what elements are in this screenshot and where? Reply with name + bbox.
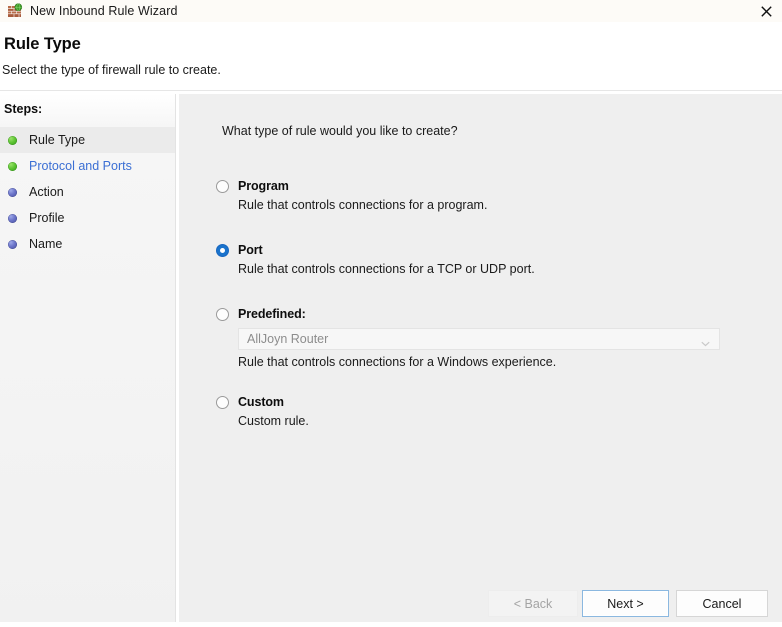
option-program-label: Program xyxy=(238,179,289,193)
sidebar-item-label: Action xyxy=(29,185,64,199)
radio-custom[interactable] xyxy=(216,396,229,409)
firewall-globe-icon xyxy=(7,3,23,19)
title-bar: New Inbound Rule Wizard xyxy=(0,0,782,22)
sidebar-item-label: Name xyxy=(29,237,63,251)
option-predefined[interactable]: Predefined: AllJoyn Router Rule that con… xyxy=(216,307,761,370)
step-bullet-icon xyxy=(8,161,17,171)
page-header: Rule Type Select the type of firewall ru… xyxy=(0,22,782,91)
step-bullet-icon xyxy=(8,213,17,223)
option-predefined-label: Predefined: xyxy=(238,307,306,321)
back-button[interactable]: < Back xyxy=(488,590,578,617)
predefined-rule-dropdown[interactable]: AllJoyn Router xyxy=(238,328,720,350)
option-port-label: Port xyxy=(238,243,263,257)
sidebar-item-name[interactable]: Name xyxy=(0,231,175,257)
steps-sidebar: Steps: Rule Type Protocol and Ports Acti… xyxy=(0,94,176,627)
sidebar-item-label: Rule Type xyxy=(29,133,86,147)
predefined-rule-value: AllJoyn Router xyxy=(247,332,329,346)
header-divider xyxy=(0,90,782,91)
step-bullet-icon xyxy=(8,187,17,197)
wizard-window: New Inbound Rule Wizard Rule Type Select… xyxy=(0,0,782,627)
option-program[interactable]: Program Rule that controls connections f… xyxy=(216,179,761,213)
steps-list: Rule Type Protocol and Ports Action Prof… xyxy=(0,127,175,257)
sidebar-item-protocol-and-ports[interactable]: Protocol and Ports xyxy=(0,153,175,179)
sidebar-item-profile[interactable]: Profile xyxy=(0,205,175,231)
sidebar-item-action[interactable]: Action xyxy=(0,179,175,205)
radio-predefined[interactable] xyxy=(216,308,229,321)
steps-heading: Steps: xyxy=(4,102,43,116)
rule-type-question: What type of rule would you like to crea… xyxy=(222,124,458,138)
option-port-description: Rule that controls connections for a TCP… xyxy=(238,262,535,276)
chevron-down-icon xyxy=(701,336,710,347)
sidebar-item-label[interactable]: Protocol and Ports xyxy=(29,159,132,173)
page-subtitle: Select the type of firewall rule to crea… xyxy=(2,63,221,77)
step-bullet-icon xyxy=(8,135,17,145)
cancel-button[interactable]: Cancel xyxy=(676,590,768,617)
wizard-button-bar: < Back Next > Cancel xyxy=(179,590,782,622)
radio-program[interactable] xyxy=(216,180,229,193)
option-predefined-description: Rule that controls connections for a Win… xyxy=(238,355,557,369)
option-custom[interactable]: Custom Custom rule. xyxy=(216,395,761,429)
sidebar-item-rule-type[interactable]: Rule Type xyxy=(0,127,175,153)
option-custom-label: Custom xyxy=(238,395,284,409)
step-bullet-icon xyxy=(8,239,17,249)
close-icon[interactable] xyxy=(750,0,782,22)
option-port[interactable]: Port Rule that controls connections for … xyxy=(216,243,761,277)
option-program-description: Rule that controls connections for a pro… xyxy=(238,198,488,212)
next-button[interactable]: Next > xyxy=(582,590,669,617)
page-title: Rule Type xyxy=(4,35,81,53)
rule-type-options: Program Rule that controls connections f… xyxy=(216,179,761,429)
option-custom-description: Custom rule. xyxy=(238,414,309,428)
content-panel: What type of rule would you like to crea… xyxy=(179,94,782,622)
sidebar-item-label: Profile xyxy=(29,211,65,225)
window-title: New Inbound Rule Wizard xyxy=(30,4,178,18)
window-bottom-edge xyxy=(0,622,782,627)
radio-port[interactable] xyxy=(216,244,229,257)
